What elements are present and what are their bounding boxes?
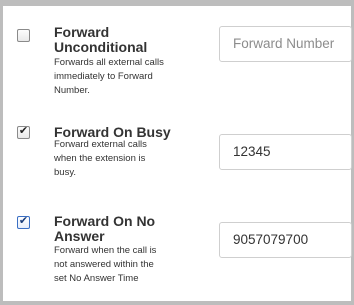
forward-unconditional-title: Forward Unconditional bbox=[54, 25, 147, 55]
forward-unconditional-desc-line1: Forwards all external calls bbox=[54, 57, 164, 68]
forward-on-no-answer-description: Forward when the call is not answered wi… bbox=[54, 244, 190, 286]
forward-on-no-answer-input[interactable]: 9057079700 bbox=[219, 222, 352, 258]
forward-on-busy-desc-line3: busy. bbox=[54, 167, 77, 178]
forward-on-busy-description: Forward external calls when the extensio… bbox=[54, 138, 190, 180]
forward-number-input[interactable]: Forward Number bbox=[219, 26, 352, 62]
forward-on-no-answer-desc-line3: set No Answer Time bbox=[54, 273, 139, 284]
forward-on-no-answer-title-line2: Answer bbox=[54, 228, 105, 244]
check-icon: ✔ bbox=[18, 214, 29, 227]
forward-unconditional-desc-line2: immediately to Forward bbox=[54, 71, 153, 82]
call-forwarding-panel: Forward Unconditional Forwards all exter… bbox=[0, 0, 354, 305]
forward-unconditional-checkbox[interactable] bbox=[17, 29, 30, 42]
forward-on-busy-desc-line1: Forward external calls bbox=[54, 139, 147, 150]
forward-on-busy-input[interactable]: 12345 bbox=[219, 134, 352, 170]
forward-on-busy-desc-line2: when the extension is bbox=[54, 153, 146, 164]
forward-on-no-answer-desc-line2: not answered within the bbox=[54, 259, 154, 270]
check-icon: ✔ bbox=[18, 124, 29, 137]
forward-unconditional-desc-line3: Number. bbox=[54, 85, 90, 96]
forward-on-no-answer-title-line1: Forward On No bbox=[54, 213, 156, 229]
forward-on-busy-checkbox[interactable]: ✔ bbox=[17, 124, 30, 139]
forward-unconditional-description: Forwards all external calls immediately … bbox=[54, 56, 190, 98]
forward-on-no-answer-desc-line1: Forward when the call is bbox=[54, 245, 157, 256]
forward-on-no-answer-checkbox[interactable]: ✔ bbox=[17, 214, 30, 229]
forward-on-no-answer-title: Forward On No Answer bbox=[54, 214, 155, 244]
forward-unconditional-title-line2: Unconditional bbox=[54, 39, 148, 55]
forward-unconditional-title-line1: Forward bbox=[54, 24, 110, 40]
